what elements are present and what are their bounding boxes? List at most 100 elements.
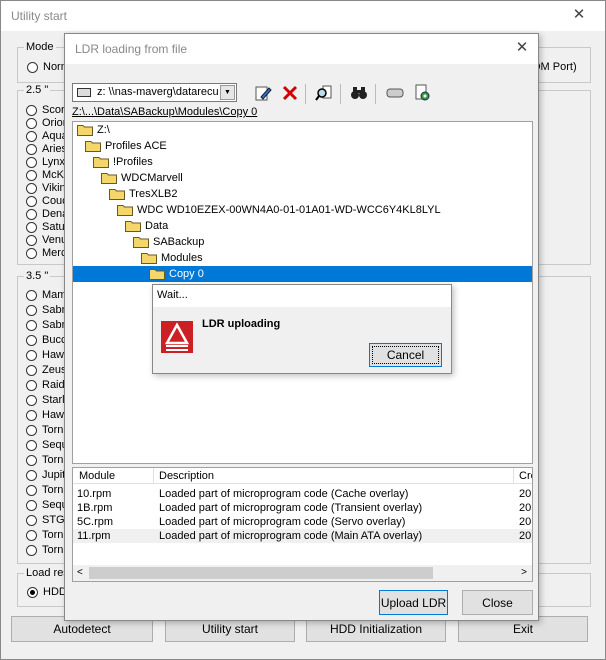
cell-description: Loaded part of microprogram code (Servo … xyxy=(159,516,406,528)
ldr-close-icon[interactable]: ✕ xyxy=(512,38,532,56)
model-radio[interactable] xyxy=(26,410,37,421)
folder-icon xyxy=(93,156,109,168)
folder-icon xyxy=(101,172,117,184)
model-radio[interactable] xyxy=(26,440,37,451)
tree-row[interactable]: Copy 0 xyxy=(73,266,532,282)
model-radio[interactable] xyxy=(26,144,37,155)
tree-row[interactable]: Profiles ACE xyxy=(73,138,532,154)
wait-message: LDR uploading xyxy=(202,318,281,330)
model-radio[interactable] xyxy=(26,470,37,481)
model-radio[interactable] xyxy=(26,305,37,316)
edit-icon[interactable] xyxy=(252,82,274,104)
wait-title: Wait... xyxy=(157,289,188,301)
model-radio[interactable] xyxy=(26,118,37,129)
model-radio[interactable] xyxy=(26,515,37,526)
tree-row[interactable]: WDCMarvell xyxy=(73,170,532,186)
folder-icon xyxy=(85,140,101,152)
eraser-icon[interactable] xyxy=(384,82,406,104)
cell-description: Loaded part of microprogram code (Transi… xyxy=(159,502,423,514)
tree-label: Modules xyxy=(161,252,203,264)
model-radio[interactable] xyxy=(26,350,37,361)
module-list[interactable]: Module Description Cre 10.rpm Loaded part… xyxy=(72,467,533,582)
model-radio[interactable] xyxy=(26,380,37,391)
tree-row[interactable]: !Profiles xyxy=(73,154,532,170)
search-icon[interactable] xyxy=(313,82,335,104)
model-radio[interactable] xyxy=(26,105,37,116)
model-radio[interactable] xyxy=(26,157,37,168)
model-radio[interactable] xyxy=(26,365,37,376)
cell-description: Loaded part of microprogram code (Main A… xyxy=(159,530,423,542)
model-radio[interactable] xyxy=(26,320,37,331)
table-row[interactable]: 1B.rpm Loaded part of microprogram code (… xyxy=(73,501,532,515)
model-radio[interactable] xyxy=(26,131,37,142)
scroll-left-icon[interactable]: < xyxy=(77,567,83,578)
chevron-down-icon[interactable]: ▼ xyxy=(220,85,235,100)
mode-radio[interactable] xyxy=(27,62,38,73)
wait-titlebar: Wait... xyxy=(153,285,451,307)
folder-icon xyxy=(109,188,125,200)
folder-open-icon xyxy=(149,268,165,280)
delete-icon[interactable] xyxy=(279,82,301,104)
scrollbar-thumb[interactable] xyxy=(89,567,433,579)
drive-select-value: z: \\nas-maverg\datarecu xyxy=(97,86,219,98)
drive-icon xyxy=(77,88,91,97)
tree-row[interactable]: Data xyxy=(73,218,532,234)
group-2-5-label: 2.5 " xyxy=(24,84,51,96)
tree-row[interactable]: WDC WD10EZEX-00WN4A0-01-01A01-WD-WCC6Y4K… xyxy=(73,202,532,218)
model-radio[interactable] xyxy=(26,290,37,301)
utility-start-titlebar: Utility start ✕ xyxy=(1,1,605,31)
table-row[interactable]: 10.rpm Loaded part of microprogram code (… xyxy=(73,487,532,501)
file-settings-icon[interactable] xyxy=(411,82,433,104)
model-radio[interactable] xyxy=(26,455,37,466)
group-3-5-label: 3.5 " xyxy=(24,270,51,282)
horizontal-scrollbar[interactable]: < > xyxy=(73,565,532,581)
model-radio[interactable] xyxy=(26,209,37,220)
model-radio[interactable] xyxy=(26,335,37,346)
cell-module: 1B.rpm xyxy=(77,502,113,514)
model-radio[interactable] xyxy=(26,183,37,194)
model-radio[interactable] xyxy=(26,530,37,541)
model-radio[interactable] xyxy=(26,222,37,233)
cell-created: 20 xyxy=(519,488,532,500)
model-radio[interactable] xyxy=(26,500,37,511)
tree-label: SABackup xyxy=(153,236,205,248)
folder-icon xyxy=(77,124,93,136)
model-radio[interactable] xyxy=(26,395,37,406)
column-module[interactable]: Module xyxy=(79,470,115,482)
model-radio[interactable] xyxy=(26,170,37,181)
column-divider xyxy=(153,468,154,484)
model-radio[interactable] xyxy=(26,425,37,436)
close-button[interactable]: Close xyxy=(462,590,533,615)
column-created[interactable]: Cre xyxy=(519,470,532,482)
tree-label: Data xyxy=(145,220,169,232)
hdd-radio[interactable] xyxy=(27,587,38,598)
tree-row[interactable]: SABackup xyxy=(73,234,532,250)
scroll-right-icon[interactable]: > xyxy=(521,567,527,578)
model-radio[interactable] xyxy=(26,545,37,556)
model-radio[interactable] xyxy=(26,248,37,259)
cell-description: Loaded part of microprogram code (Cache … xyxy=(159,488,409,500)
cancel-button[interactable]: Cancel xyxy=(369,343,442,367)
path-label: Z:\...\Data\SABackup\Modules\Copy 0 xyxy=(72,106,258,118)
drive-select[interactable]: z: \\nas-maverg\datarecu ▼ xyxy=(72,83,237,102)
toolbar-separator-2 xyxy=(340,84,341,104)
tree-label: Profiles ACE xyxy=(105,140,167,152)
column-description[interactable]: Description xyxy=(159,470,214,482)
tree-label: Z:\ xyxy=(97,124,110,136)
cell-module: 10.rpm xyxy=(77,488,112,500)
table-row[interactable]: 11.rpm Loaded part of microprogram code (… xyxy=(73,529,532,543)
tree-row[interactable]: Modules xyxy=(73,250,532,266)
folder-icon xyxy=(133,236,149,248)
upload-ldr-button[interactable]: Upload LDR xyxy=(379,590,448,615)
tree-row[interactable]: TresXLB2 xyxy=(73,186,532,202)
model-radio[interactable] xyxy=(26,485,37,496)
tree-label: TresXLB2 xyxy=(129,188,178,200)
tree-row[interactable]: Z:\ xyxy=(73,122,532,138)
cell-created: 20 xyxy=(519,530,532,542)
utility-start-close-button[interactable]: ✕ xyxy=(569,5,589,23)
table-row[interactable]: 5C.rpm Loaded part of microprogram code (… xyxy=(73,515,532,529)
model-radio[interactable] xyxy=(26,235,37,246)
cell-created: 20 xyxy=(519,516,532,528)
model-radio[interactable] xyxy=(26,196,37,207)
binoculars-icon[interactable] xyxy=(348,82,370,104)
